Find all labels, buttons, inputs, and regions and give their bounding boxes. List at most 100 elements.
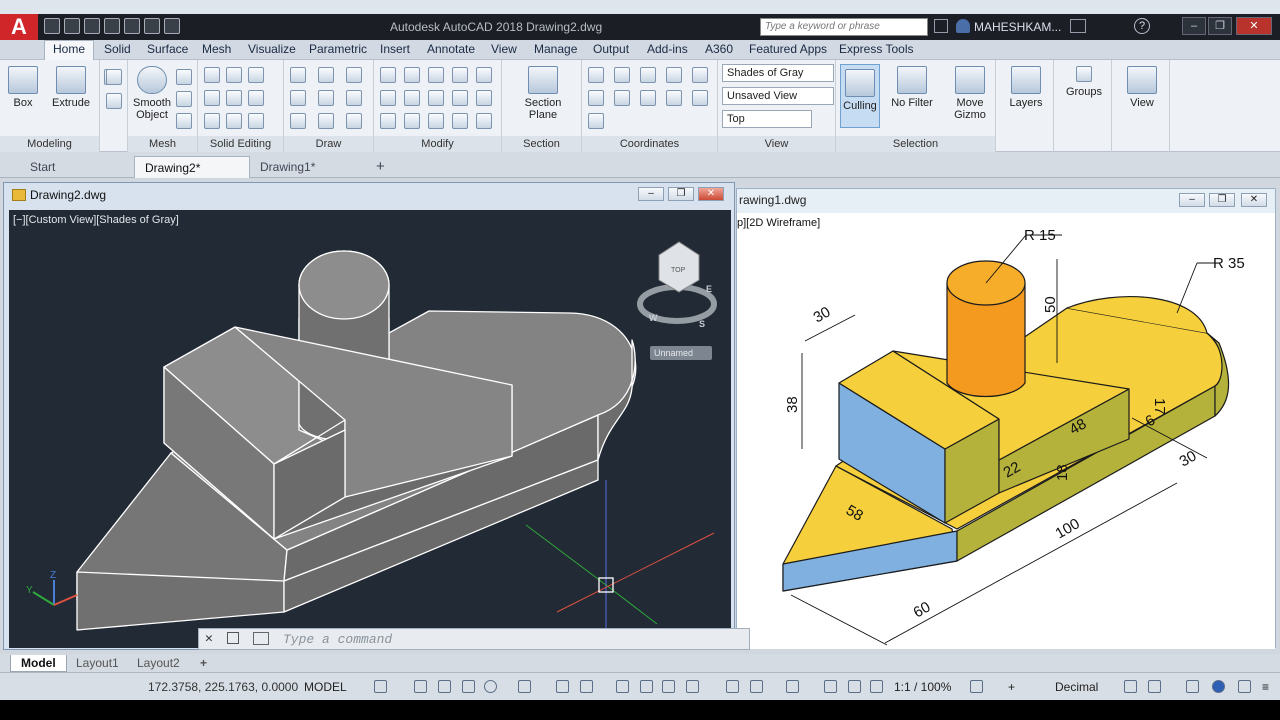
viewport-3d-shaded[interactable]: [−][Custom View][Shades of Gray] TOP W S… (9, 210, 731, 648)
tab-insert[interactable]: Insert (380, 42, 410, 56)
restore-button[interactable]: ❐ (1208, 17, 1232, 35)
align-icon[interactable] (452, 113, 468, 129)
ucs-zaxis-icon[interactable] (666, 90, 682, 106)
drawing2-minimize-button[interactable]: – (638, 187, 664, 201)
mesh-smooth-more-icon[interactable] (176, 69, 192, 85)
cart-icon[interactable] (1070, 19, 1086, 33)
new-tab-icon[interactable]: + (368, 156, 393, 178)
user-name[interactable]: MAHESHKAM... (974, 20, 1061, 34)
tab-visualize[interactable]: Visualize (248, 42, 296, 56)
smooth-object-button[interactable]: Smooth Object (130, 66, 174, 121)
open-file-icon[interactable] (64, 18, 80, 34)
tab-add-ins[interactable]: Add-ins (647, 42, 688, 56)
layout-tab-layout1[interactable]: Layout1 (66, 655, 129, 672)
file-tab-start[interactable]: Start (20, 156, 65, 178)
panel-title-mesh[interactable]: Mesh (128, 136, 197, 152)
box-button[interactable]: Box (6, 66, 40, 109)
array-icon[interactable] (476, 113, 492, 129)
layout-tab-model[interactable]: Model (10, 655, 67, 672)
tab-mesh[interactable]: Mesh (202, 42, 231, 56)
selection-filter-icon[interactable] (750, 680, 763, 693)
panel-title-view[interactable]: View (718, 136, 835, 152)
separate-icon[interactable] (248, 90, 264, 106)
ucs-y-icon[interactable] (666, 67, 682, 83)
tab-home[interactable]: Home (44, 40, 95, 60)
minimize-button[interactable]: – (1182, 17, 1206, 35)
command-customize-icon[interactable] (227, 632, 239, 644)
drawing2-restore-button[interactable]: ❐ (668, 187, 694, 201)
layers-button[interactable]: Layers (1002, 66, 1050, 109)
layout-tab-layout2[interactable]: Layout2 (127, 655, 190, 672)
tab-annotate[interactable]: Annotate (427, 42, 475, 56)
subtract-icon[interactable] (204, 90, 220, 106)
extrude-button[interactable]: Extrude (48, 66, 94, 109)
3d-polyline-icon[interactable] (318, 90, 334, 106)
tab-solid[interactable]: Solid (104, 42, 131, 56)
annotation-scale-dropdown[interactable]: 1:1 / 100% (894, 680, 951, 694)
ucs-icon[interactable] (588, 67, 604, 83)
object-snap-icon[interactable] (580, 680, 593, 693)
quick-properties-icon[interactable] (1124, 680, 1137, 693)
mirror-icon[interactable] (452, 67, 468, 83)
file-tab-drawing2[interactable]: Drawing2* (134, 156, 250, 178)
annotation-visibility-icon[interactable] (824, 680, 837, 693)
lock-ui-icon[interactable] (1148, 680, 1161, 693)
view-button[interactable]: View (1118, 66, 1166, 109)
stretch-icon[interactable] (476, 90, 492, 106)
clean-screen-icon[interactable] (1238, 680, 1251, 693)
slice-icon[interactable] (226, 90, 242, 106)
groups-button[interactable]: Groups (1060, 66, 1108, 98)
offset-icon[interactable] (476, 67, 492, 83)
ucs-view-icon[interactable] (588, 90, 604, 106)
polyline-icon[interactable] (318, 67, 334, 83)
ortho-icon[interactable] (462, 680, 475, 693)
rotate-icon[interactable] (404, 90, 420, 106)
drawing1-restore-button[interactable]: ❐ (1209, 193, 1235, 207)
move-icon[interactable] (428, 67, 444, 83)
autocad-logo-icon[interactable]: A (0, 14, 38, 40)
command-input[interactable]: Type a command (283, 632, 392, 647)
loft-icon[interactable] (106, 93, 122, 109)
redo-icon[interactable] (164, 18, 180, 34)
auto-scale-icon[interactable] (848, 680, 861, 693)
save-icon[interactable] (84, 18, 100, 34)
section-plane-button[interactable]: Section Plane (518, 66, 568, 121)
line-icon[interactable] (290, 67, 306, 83)
panel-title-draw[interactable]: Draw (284, 136, 373, 152)
culling-button[interactable]: Culling (840, 64, 880, 128)
tab-parametric[interactable]: Parametric (309, 42, 367, 56)
tab-output[interactable]: Output (593, 42, 629, 56)
named-view-dropdown[interactable]: Unsaved View (722, 87, 834, 105)
units-dropdown[interactable]: Decimal (1055, 680, 1098, 694)
grid-icon[interactable] (374, 680, 387, 693)
no-filter-button[interactable]: No Filter (888, 66, 936, 109)
visual-style-dropdown[interactable]: Shades of Gray (722, 64, 834, 82)
snap-mode-icon[interactable] (438, 680, 451, 693)
panel-title-solid-editing[interactable]: Solid Editing (198, 136, 283, 152)
polar-tracking-icon[interactable] (484, 680, 497, 693)
scale-icon[interactable] (452, 90, 468, 106)
rectangle-icon[interactable] (318, 113, 334, 129)
undo-icon[interactable] (144, 18, 160, 34)
shell-icon[interactable] (248, 113, 264, 129)
model-space-toggle[interactable]: MODEL (304, 680, 347, 694)
ucs-z-icon[interactable] (692, 67, 708, 83)
intersect-icon[interactable] (204, 113, 220, 129)
mesh-smooth-less-icon[interactable] (176, 91, 192, 107)
chamfer-icon[interactable] (428, 113, 444, 129)
dynamic-ucs-icon[interactable] (726, 680, 739, 693)
trim-icon[interactable] (380, 67, 396, 83)
viewcube[interactable]: TOP W S E Unnamed (637, 241, 717, 360)
add-layout-icon[interactable]: + (190, 655, 217, 672)
ucs-x-icon[interactable] (640, 67, 656, 83)
ellipse-icon[interactable] (346, 113, 362, 129)
file-tab-drawing1[interactable]: Drawing1* (250, 156, 325, 178)
tab-express-tools[interactable]: Express Tools (839, 42, 913, 56)
explode-icon[interactable] (404, 113, 420, 129)
object-snap-tracking-icon[interactable] (556, 680, 569, 693)
ucs-3point-icon[interactable] (640, 90, 656, 106)
isolate-objects-icon[interactable] (1186, 680, 1199, 693)
thicken-icon[interactable] (226, 113, 242, 129)
binoculars-icon[interactable] (934, 19, 948, 33)
ucs-origin-icon[interactable] (614, 90, 630, 106)
